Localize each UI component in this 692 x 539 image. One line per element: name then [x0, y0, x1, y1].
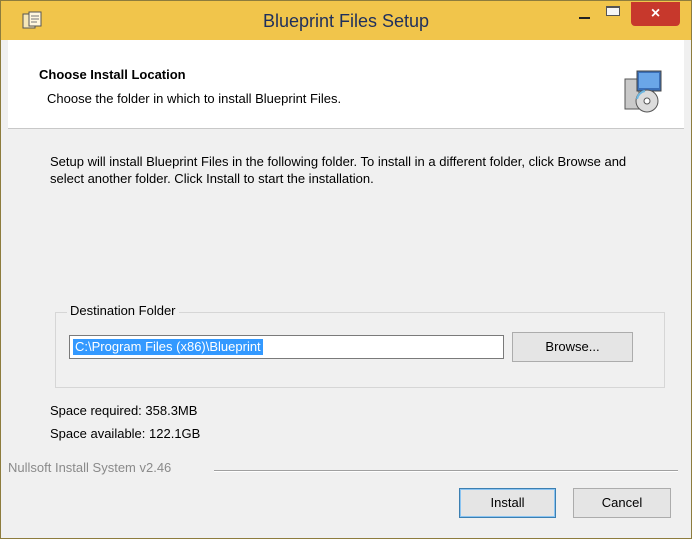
destination-path-input[interactable]: C:\Program Files (x86)\Blueprint: [69, 335, 504, 359]
page-header: Choose Install Location Choose the folde…: [8, 40, 684, 129]
install-description: Setup will install Blueprint Files in th…: [50, 154, 627, 186]
installer-disk-icon: [624, 70, 662, 113]
browse-button[interactable]: Browse...: [512, 332, 633, 362]
setup-content: Choose Install Location Choose the folde…: [8, 40, 684, 532]
install-button[interactable]: Install: [459, 488, 556, 518]
title-bar[interactable]: Blueprint Files Setup ×: [1, 1, 691, 40]
setup-window: Blueprint Files Setup × Choose Install L…: [0, 0, 692, 539]
page-subtitle: Choose the folder in which to install Bl…: [47, 91, 342, 106]
destination-folder-label: Destination Folder: [67, 303, 179, 318]
page-title: Choose Install Location: [39, 67, 186, 82]
nsis-branding: Nullsoft Install System v2.46: [8, 460, 172, 475]
close-icon[interactable]: ×: [631, 2, 680, 26]
footer-divider: [214, 470, 678, 472]
minimize-icon[interactable]: [572, 5, 598, 29]
destination-path-value: C:\Program Files (x86)\Blueprint: [73, 339, 263, 355]
space-available: Space available: 122.1GB: [50, 426, 201, 441]
cancel-button[interactable]: Cancel: [573, 488, 671, 518]
space-required: Space required: 358.3MB: [50, 403, 198, 418]
maximize-icon[interactable]: [601, 5, 627, 29]
